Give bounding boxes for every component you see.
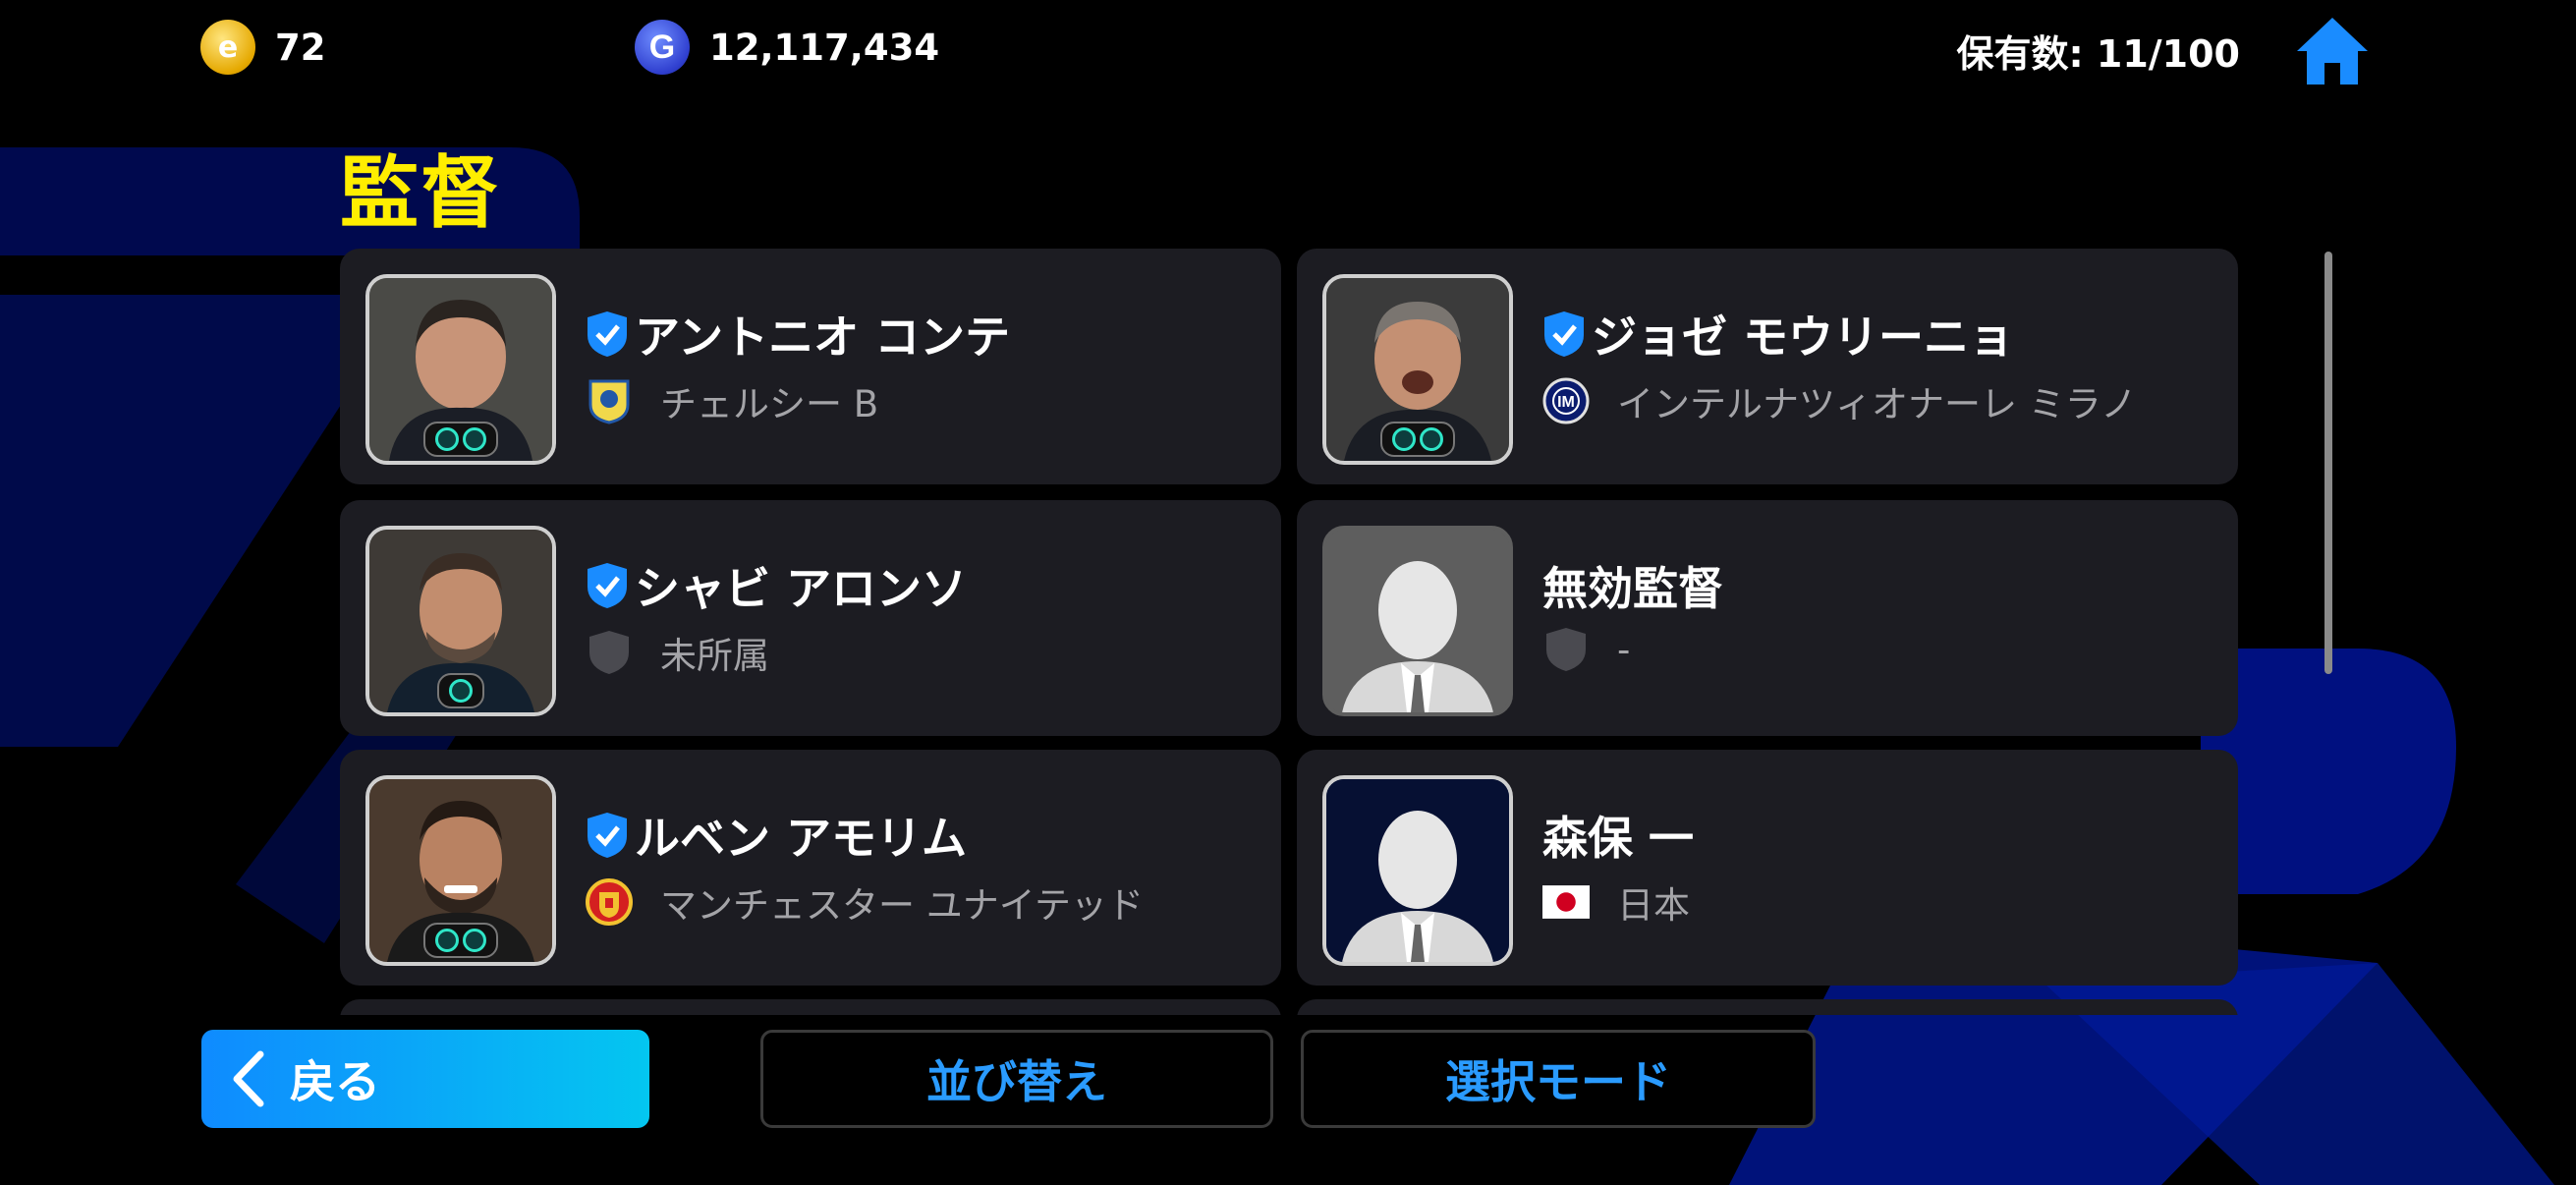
manager-card[interactable]: 森保 一 日本 (1297, 750, 2238, 986)
blue-shield-icon (588, 813, 627, 858)
manager-team-row: チェルシー B (586, 374, 878, 427)
manager-name: アントニオ コンテ (635, 310, 1011, 364)
team-name: チェルシー B (660, 383, 879, 425)
japan-flag-icon (1542, 878, 1590, 926)
skill-badges (437, 673, 484, 708)
gp-balance: G 12,117,434 (635, 20, 939, 75)
manager-team-row: マンチェスター ユナイテッド (586, 875, 1144, 929)
chevron-left-icon (233, 1050, 264, 1107)
top-bar: e 72 G 12,117,434 保有数: 11/100 (0, 0, 2576, 98)
gp-amount: 12,117,434 (709, 26, 940, 69)
select-mode-button[interactable]: 選択モード (1301, 1030, 1816, 1128)
sort-label: 並び替え (926, 1055, 1107, 1108)
scrollbar[interactable] (2324, 252, 2332, 674)
chelsea-crest-icon (586, 377, 633, 424)
team-name: 未所属 (660, 635, 769, 677)
grey-shield-icon (1542, 626, 1590, 673)
sort-button[interactable]: 並び替え (760, 1030, 1273, 1128)
skill-badges (423, 422, 498, 457)
manager-name-row: ジョゼ モウリーニョ (1542, 302, 2014, 367)
team-name: マンチェスター ユナイテッド (660, 884, 1145, 927)
page-title: 監督 (340, 147, 501, 239)
manager-team-row: 未所属 (586, 626, 769, 679)
select-mode-label: 選択モード (1445, 1055, 1671, 1108)
manager-name-row: シャビ アロンソ (586, 553, 967, 618)
ecoin-icon: e (200, 20, 255, 75)
manager-card[interactable]: ジョゼ モウリーニョ IM インテルナツィオナーレ ミラノ (1297, 249, 2238, 484)
skill-badges (1380, 422, 1455, 457)
back-button[interactable]: 戻る (201, 1030, 649, 1128)
manager-name-row: ルベン アモリム (586, 803, 967, 868)
manager-list-screen: { "currencies": { "coins": "72", "gp": "… (0, 0, 2576, 1185)
manager-name-row: 森保 一 (1542, 803, 1694, 868)
manager-team-row: - (1542, 626, 1630, 673)
manager-portrait (365, 274, 556, 465)
manager-name-row: アントニオ コンテ (586, 302, 1010, 367)
manager-card[interactable]: シャビ アロンソ 未所属 (340, 500, 1281, 736)
manager-team-row: IM インテルナツィオナーレ ミラノ (1542, 374, 2137, 427)
manager-name: ジョゼ モウリーニョ (1592, 310, 2015, 364)
manager-card[interactable]: アントニオ コンテ チェルシー B (340, 249, 1281, 484)
manager-card[interactable] (1297, 999, 2238, 1015)
back-label: 戻る (290, 1055, 380, 1108)
manager-name: シャビ アロンソ (635, 562, 968, 615)
manager-name-row: 無効監督 (1542, 553, 1723, 618)
grey-shield-icon (586, 629, 633, 676)
team-name: インテルナツィオナーレ ミラノ (1617, 383, 2138, 425)
manager-name: ルベン アモリム (635, 812, 968, 865)
manager-list[interactable]: アントニオ コンテ チェルシー B ジョゼ モウリーニョ IM インテルナツィオ… (340, 249, 2238, 1015)
manager-portrait (1322, 775, 1513, 966)
coin-balance: e 72 (200, 20, 326, 75)
svg-text:IM: IM (1557, 394, 1575, 411)
manager-portrait (365, 526, 556, 716)
inter-crest-icon: IM (1542, 377, 1590, 424)
owned-count: 保有数: 11/100 (1956, 32, 2240, 76)
blue-shield-icon (1544, 311, 1584, 357)
manager-card[interactable]: ルベン アモリム マンチェスター ユナイテッド (340, 750, 1281, 986)
team-name: - (1617, 628, 1631, 671)
man-utd-crest-icon (586, 878, 633, 926)
manager-team-row: 日本 (1542, 875, 1690, 929)
gp-icon: G (635, 20, 690, 75)
home-icon[interactable] (2295, 16, 2370, 86)
blue-shield-icon (588, 563, 627, 608)
manager-name: 森保 一 (1542, 812, 1695, 865)
manager-portrait (1322, 526, 1513, 716)
manager-portrait (1322, 274, 1513, 465)
manager-portrait (365, 775, 556, 966)
coin-amount: 72 (275, 26, 326, 69)
manager-card[interactable] (340, 999, 1281, 1015)
team-name: 日本 (1617, 884, 1690, 927)
manager-name: 無効監督 (1542, 562, 1723, 615)
skill-badges (423, 923, 498, 958)
blue-shield-icon (588, 311, 627, 357)
manager-card[interactable]: 無効監督 - (1297, 500, 2238, 736)
